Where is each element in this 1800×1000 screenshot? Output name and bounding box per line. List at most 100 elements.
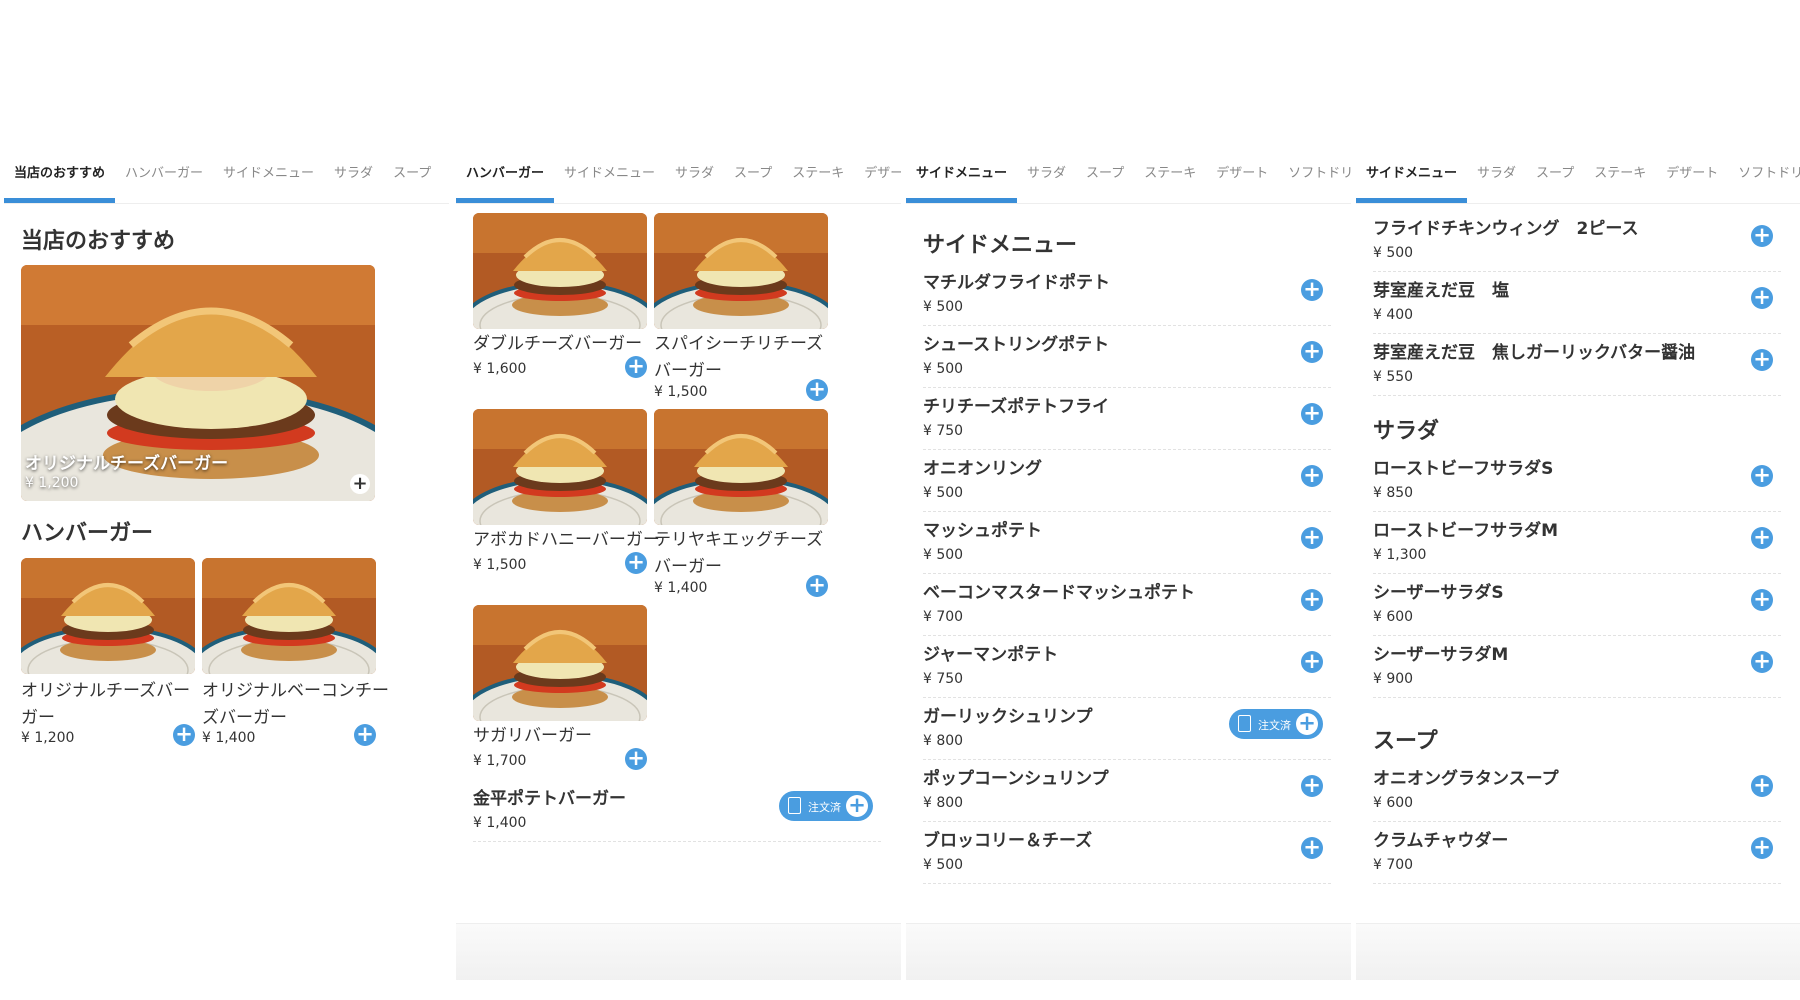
menu-row[interactable]: ローストビーフサラダS ¥ 850 + [1373,449,1781,512]
plus-circle-icon[interactable]: + [1301,279,1323,301]
plus-circle-icon[interactable]: + [1751,651,1773,673]
plus-circle-icon[interactable]: + [1301,527,1323,549]
plus-circle-icon[interactable]: + [1301,403,1323,425]
dish-image[interactable] [21,558,195,674]
menu-row[interactable]: 金平ポテトバーガー ¥ 1,400 注文済 + [473,779,881,842]
dish-image[interactable] [473,605,647,721]
menu-row[interactable]: マチルダフライドポテト ¥ 500 + [923,263,1331,326]
plus-circle-icon[interactable]: + [1751,225,1773,247]
ordered-badge[interactable]: 注文済 + [1229,709,1323,739]
plus-circle-icon[interactable]: + [354,724,376,746]
tab-steak[interactable]: ステーキ [1134,155,1206,203]
plus-circle-icon[interactable]: + [846,795,868,817]
item-price: ¥ 750 [923,423,964,439]
plus-circle-icon[interactable]: + [806,379,828,401]
plus-circle-icon[interactable]: + [1301,775,1323,797]
menu-row[interactable]: ガーリックシュリンプ ¥ 800 注文済 + [923,697,1331,760]
tab-hamburger[interactable]: ハンバーガー [115,155,213,203]
category-tab-bar[interactable]: サイドメニュー サラダ スープ ステーキ デザート ソフトドリ [1356,155,1800,204]
menu-row[interactable]: ジャーマンポテト ¥ 750 + [923,635,1331,698]
menu-row[interactable]: 芽室産えだ豆 塩 ¥ 400 + [1373,271,1781,334]
item-name: チリチーズポテトフライ [923,397,1110,417]
category-tab-bar[interactable]: サイドメニュー サラダ スープ ステーキ デザート ソフトドリ [906,155,1351,204]
tab-recommend[interactable]: 当店のおすすめ [4,155,116,203]
item-price: ¥ 400 [1373,307,1414,323]
menu-row[interactable]: マッシュポテト ¥ 500 + [923,511,1331,574]
ordered-badge[interactable]: 注文済 + [779,791,873,821]
plus-circle-icon[interactable]: + [1751,527,1773,549]
tab-side-menu[interactable]: サイドメニュー [554,155,665,203]
plus-circle-icon[interactable]: + [350,474,370,494]
ordered-label: 注文済 [808,801,841,814]
plus-circle-icon[interactable]: + [1301,341,1323,363]
plus-circle-icon[interactable]: + [1751,837,1773,859]
tab-soft-drink[interactable]: ソフトドリ [1278,155,1351,203]
menu-row[interactable]: フライドチキンウィング 2ピース ¥ 500 + [1373,209,1781,272]
plus-circle-icon[interactable]: + [625,552,647,574]
tab-dessert[interactable]: デザー [854,155,901,203]
document-icon [788,797,801,814]
section-title-hamburger: ハンバーガー [21,521,154,546]
item-price: ¥ 500 [923,299,964,315]
menu-row[interactable]: ローストビーフサラダM ¥ 1,300 + [1373,511,1781,574]
plus-circle-icon[interactable]: + [1301,651,1323,673]
item-name: オリジナルチーズバー ガー [21,681,191,728]
menu-row[interactable]: クラムチャウダー ¥ 700 + [1373,821,1781,884]
plus-circle-icon[interactable]: + [1751,775,1773,797]
tab-soft-drink[interactable]: ソフトドリ [1728,155,1800,203]
menu-row[interactable]: 芽室産えだ豆 焦しガーリックバター醤油 ¥ 550 + [1373,333,1781,396]
dish-image[interactable] [654,409,828,525]
item-price: ¥ 500 [923,547,964,563]
menu-row[interactable]: シューストリングポテト ¥ 500 + [923,325,1331,388]
plus-circle-icon[interactable]: + [806,575,828,597]
plus-circle-icon[interactable]: + [173,724,195,746]
menu-row[interactable]: ポップコーンシュリンプ ¥ 800 + [923,759,1331,822]
tab-hamburger[interactable]: ハンバーガー [456,155,555,203]
item-name: 芽室産えだ豆 塩 [1373,281,1509,301]
tab-side-menu[interactable]: サイドメニュー [213,155,324,203]
bottom-bar [456,923,901,980]
tab-soup[interactable]: スープ [1526,155,1584,203]
item-price: ¥ 500 [923,857,964,873]
dish-image[interactable] [473,213,647,329]
item-price: ¥ 600 [1373,795,1414,811]
plus-circle-icon[interactable]: + [1301,589,1323,611]
menu-row[interactable]: ベーコンマスタードマッシュポテト ¥ 700 + [923,573,1331,636]
dish-image[interactable] [202,558,376,674]
menu-row[interactable]: オニオンリング ¥ 500 + [923,449,1331,512]
menu-row[interactable]: オニオングラタンスープ ¥ 600 + [1373,759,1781,822]
menu-row[interactable]: シーザーサラダM ¥ 900 + [1373,635,1781,698]
menu-row[interactable]: ブロッコリー＆チーズ ¥ 500 + [923,821,1331,884]
tab-salad[interactable]: サラダ [324,155,383,203]
plus-circle-icon[interactable]: + [1301,837,1323,859]
plus-circle-icon[interactable]: + [1751,287,1773,309]
menu-row[interactable]: シーザーサラダS ¥ 600 + [1373,573,1781,636]
tab-salad[interactable]: サラダ [665,155,724,203]
tab-salad[interactable]: サラダ [1467,155,1526,203]
plus-circle-icon[interactable]: + [1751,589,1773,611]
category-tab-bar[interactable]: ハンバーガー サイドメニュー サラダ スープ ステーキ デザー [456,155,901,204]
plus-circle-icon[interactable]: + [1301,465,1323,487]
item-name: ローストビーフサラダM [1373,521,1559,541]
plus-circle-icon[interactable]: + [1751,465,1773,487]
plus-circle-icon[interactable]: + [1296,713,1318,735]
category-tab-bar[interactable]: 当店のおすすめ ハンバーガー サイドメニュー サラダ スープ [4,155,449,204]
tab-dessert[interactable]: デザート [1656,155,1728,203]
tab-soup[interactable]: スープ [724,155,782,203]
tab-steak[interactable]: ステーキ [782,155,854,203]
hero-card[interactable]: オリジナルチーズバーガー ¥ 1,200 + [21,265,375,501]
hero-item-name: オリジナルチーズバーガー [25,454,229,474]
menu-row[interactable]: チリチーズポテトフライ ¥ 750 + [923,387,1331,450]
dish-image[interactable] [654,213,828,329]
plus-circle-icon[interactable]: + [1751,349,1773,371]
tab-side-menu[interactable]: サイドメニュー [906,155,1018,203]
tab-steak[interactable]: ステーキ [1584,155,1656,203]
plus-circle-icon[interactable]: + [625,356,647,378]
tab-soup[interactable]: スープ [1076,155,1134,203]
tab-side-menu[interactable]: サイドメニュー [1356,155,1468,203]
plus-circle-icon[interactable]: + [625,748,647,770]
tab-soup[interactable]: スープ [383,155,441,203]
dish-image[interactable] [473,409,647,525]
tab-salad[interactable]: サラダ [1017,155,1076,203]
tab-dessert[interactable]: デザート [1206,155,1278,203]
